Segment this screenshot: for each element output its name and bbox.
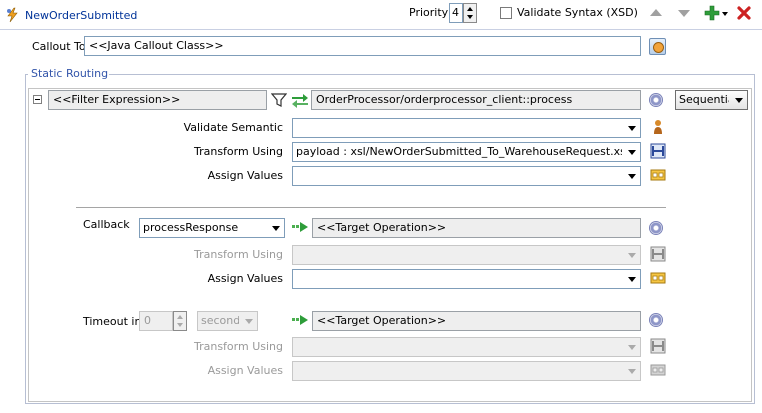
chevron-down-icon: [268, 219, 284, 237]
callout-input[interactable]: <<Java Callout Class>>: [84, 36, 641, 56]
callback-assign-values-label: Assign Values: [207, 272, 283, 285]
java-class-icon: [653, 42, 664, 53]
assign-values-select[interactable]: [292, 166, 641, 186]
validate-syntax-checkbox[interactable]: [500, 7, 512, 19]
collapse-minus-icon: [35, 99, 40, 100]
service-settings-gear-icon[interactable]: [649, 93, 663, 107]
timeout-transform-using-select[interactable]: [292, 337, 641, 357]
collapse-toggle[interactable]: [33, 95, 42, 104]
chevron-down-icon: [624, 338, 640, 356]
transformation-map-icon[interactable]: [650, 143, 666, 159]
timeout-forward-icon: [292, 315, 310, 325]
target-service-input[interactable]: OrderProcessor/orderprocessor_client::pr…: [311, 90, 641, 110]
callback-operation-select[interactable]: processResponse: [139, 218, 285, 238]
callback-transform-using-select[interactable]: [292, 245, 641, 265]
timeout-label: Timeout in: [83, 315, 142, 328]
callback-forward-icon: [292, 222, 310, 232]
priority-label: Priority: [409, 6, 449, 19]
chevron-down-icon: [624, 362, 640, 380]
timeout-transformation-map-icon[interactable]: [650, 338, 666, 354]
callout-label: Callout To: [32, 40, 86, 53]
priority-input[interactable]: 4: [449, 3, 463, 23]
move-down-icon[interactable]: [678, 10, 690, 17]
timeout-assign-values-label: Assign Values: [207, 364, 283, 377]
assign-values-icon[interactable]: [650, 168, 666, 182]
chevron-down-icon: [241, 312, 257, 330]
callback-target-operation-input[interactable]: <<Target Operation>>: [312, 218, 641, 238]
callback-transform-using-label: Transform Using: [193, 248, 283, 261]
timeout-value-input[interactable]: 0: [139, 311, 173, 331]
routing-rule-icon: [5, 7, 21, 23]
move-up-icon[interactable]: [650, 9, 662, 16]
filter-icon[interactable]: [270, 92, 288, 108]
filter-expression-input[interactable]: <<Filter Expression>>: [48, 90, 267, 110]
rule-title: NewOrderSubmitted: [25, 9, 138, 22]
timeout-transform-using-label: Transform Using: [193, 340, 283, 353]
timeout-spinner[interactable]: [173, 311, 187, 331]
validate-semantic-select[interactable]: [292, 118, 641, 138]
chevron-down-icon: [731, 91, 747, 109]
delete-icon[interactable]: [736, 5, 752, 21]
timeout-settings-gear-icon[interactable]: [649, 313, 663, 327]
chevron-down-icon: [624, 167, 640, 185]
validate-syntax-label: Validate Syntax (XSD): [517, 6, 638, 19]
timeout-assign-values-icon[interactable]: [650, 363, 666, 377]
chevron-down-icon: [624, 270, 640, 288]
add-dropdown-chevron-icon[interactable]: [722, 12, 728, 16]
callback-label: Callback: [83, 218, 130, 231]
assign-values-label: Assign Values: [207, 169, 283, 182]
validate-semantic-label: Validate Semantic: [183, 121, 283, 134]
callback-settings-gear-icon[interactable]: [649, 221, 663, 235]
execution-mode-select[interactable]: Sequential: [675, 90, 748, 110]
timeout-assign-values-select[interactable]: [292, 361, 641, 381]
routing-target-icon[interactable]: [291, 92, 309, 108]
chevron-down-icon: [624, 119, 640, 137]
static-routing-title: Static Routing: [30, 67, 110, 80]
priority-spinner[interactable]: [463, 3, 477, 23]
chevron-down-icon: [624, 246, 640, 264]
execution-mode-value: Sequential: [679, 93, 729, 106]
timeout-unit-select[interactable]: seconds: [197, 311, 258, 331]
callback-transformation-map-icon[interactable]: [650, 246, 666, 262]
group-top-border-right: [98, 74, 755, 75]
callback-divider: [76, 207, 666, 208]
transform-using-select[interactable]: payload : xsl/NewOrderSubmitted_To_Wareh…: [292, 142, 641, 162]
callback-operation-value: processResponse: [143, 221, 239, 234]
callout-browse-button[interactable]: [649, 38, 666, 55]
timeout-target-operation-input[interactable]: <<Target Operation>>: [312, 311, 641, 331]
transform-using-label: Transform Using: [193, 145, 283, 158]
header-bar: NewOrderSubmitted Priority 4 Validate Sy…: [0, 0, 762, 30]
transform-using-value: payload : xsl/NewOrderSubmitted_To_Wareh…: [296, 145, 622, 158]
callback-assign-values-select[interactable]: [292, 269, 641, 289]
add-icon[interactable]: [704, 5, 720, 21]
group-top-border-left: [25, 74, 28, 75]
timeout-unit-value: seconds: [201, 314, 239, 327]
chevron-down-icon: [624, 143, 640, 161]
callback-assign-values-icon[interactable]: [650, 271, 666, 285]
schematron-icon[interactable]: [651, 119, 665, 135]
header-divider: [0, 29, 762, 30]
